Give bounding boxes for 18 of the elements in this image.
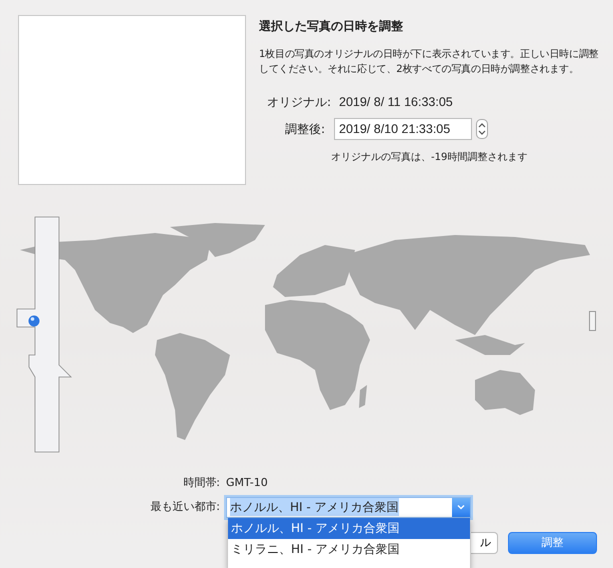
- map-edge-handle[interactable]: [589, 311, 596, 331]
- date-time-field[interactable]: 2019/ 8/10 21:33:05: [334, 118, 472, 140]
- dropdown-option[interactable]: ミリラニ、HI - アメリカ合衆国: [228, 539, 470, 560]
- cancel-button[interactable]: ル: [471, 532, 498, 554]
- original-date-value: 2019/ 8/ 11 16:33:05: [339, 94, 453, 111]
- time-zone-value: GMT-10: [226, 474, 268, 491]
- original-label: オリジナル:: [266, 94, 331, 112]
- stepper-control[interactable]: [476, 118, 488, 139]
- nearest-city-label: 最も近い都市:: [149, 498, 220, 515]
- adjusted-label: 調整後:: [284, 120, 325, 138]
- dropdown-option[interactable]: ホノルル、HI - アメリカ合衆国: [228, 518, 470, 539]
- adjustment-note: オリジナルの写真は、-19時間調整されます: [330, 150, 528, 165]
- time-zone-label: 時間帯:: [182, 474, 220, 491]
- caret-icon: [457, 504, 465, 510]
- city-dropdown[interactable]: ホノルル、HI - アメリカ合衆国: [226, 496, 471, 518]
- location-pin-icon[interactable]: [28, 315, 40, 327]
- dialog-title: 選択した写真の日時を調整: [259, 18, 404, 35]
- description-text: 1枚目の写真のオリジナルの日時が下に表示されています。正しい日時に調整してください。それに応じて、2枚すべての写真の日時が調整されます。: [259, 48, 600, 77]
